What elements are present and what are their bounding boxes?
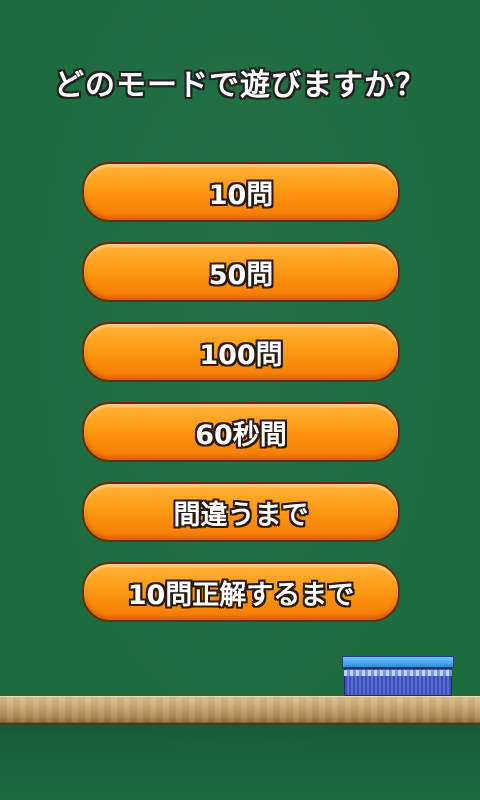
blackboard-eraser-icon	[342, 656, 454, 696]
mode-button-10-questions[interactable]: 10問	[82, 162, 400, 222]
mode-button-60-seconds[interactable]: 60秒間	[82, 402, 400, 462]
mode-button-50-questions[interactable]: 50問	[82, 242, 400, 302]
chalk-tray	[0, 696, 480, 725]
mode-select-title: どのモードで遊びますか？	[54, 68, 426, 103]
eraser-handle	[342, 656, 454, 668]
eraser-chalk-dust	[344, 670, 452, 676]
mode-button-100-questions[interactable]: 100問	[82, 322, 400, 382]
mode-button-until-mistake[interactable]: 間違うまで	[82, 482, 400, 542]
mode-button-until-10-correct[interactable]: 10問正解するまで	[82, 562, 400, 622]
tray-shadow	[0, 722, 480, 800]
